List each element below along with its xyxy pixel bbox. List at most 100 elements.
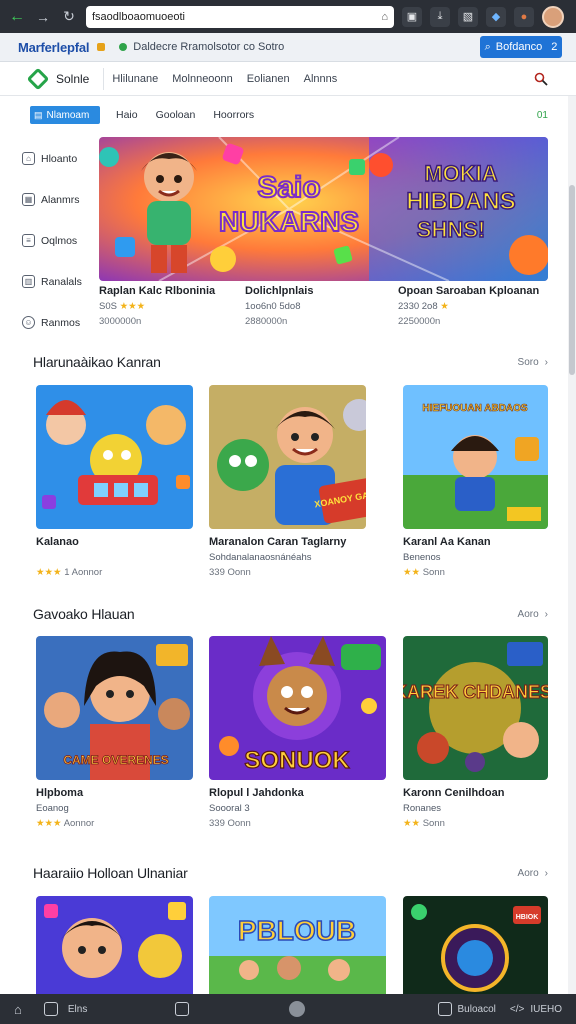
url-text[interactable]: fsaodlboaomuoeoti — [92, 11, 375, 23]
profile-avatar[interactable] — [542, 5, 564, 28]
extension-icon[interactable]: ▣ — [402, 6, 422, 27]
filter-tab-3[interactable]: Hoorrors — [213, 109, 254, 121]
game-thumbnail: KAREK CHDANES — [403, 636, 548, 780]
window-icon[interactable] — [43, 1002, 58, 1016]
hero-caption-1[interactable]: Raplan Kalc Rlboninia S0S ★★★ 3000000n — [99, 285, 249, 327]
thumbnail-art-text: SONUOK — [244, 747, 350, 774]
hero-captions: Raplan Kalc Rlboninia S0S ★★★ 3000000n D… — [99, 285, 548, 335]
game-thumbnail: SONUOK — [209, 636, 386, 780]
game-meta: ★★★ Aonnor — [36, 818, 95, 829]
game-meta: ★★ Sonn — [403, 818, 445, 829]
hero-caption-sub: 3000000n — [99, 316, 142, 327]
address-bar[interactable]: fsaodlboaomuoeoti ⌂ — [86, 5, 394, 28]
nav-link-1[interactable]: Hlilunane — [112, 73, 158, 85]
rating-stars: ★★ — [403, 567, 421, 578]
game-subtitle: Benenos — [403, 552, 441, 563]
game-thumbnail: HIEFUOUAN ABDAOS — [403, 385, 548, 529]
sign-in-button[interactable]: ⌕ Bofdanco 2 — [480, 36, 562, 58]
game-card[interactable]: KAREK CHDANES Karonn Cenilhdoan Ronanes … — [403, 636, 548, 829]
start-button-icon[interactable] — [289, 1001, 306, 1017]
filter-tab-2[interactable]: Gooloan — [156, 109, 196, 121]
hero-caption-2[interactable]: Dolichlpnlais 1oo6n0 5do8 2880000n — [245, 285, 395, 327]
filter-bar: ▤ Nlamoam Haio Gooloan Hoorrors 01 — [0, 96, 576, 134]
download-icon[interactable]: ⤓ — [430, 6, 450, 27]
see-all-link-1[interactable]: Soro › — [518, 357, 548, 368]
home-icon: ⌂ — [22, 152, 35, 165]
game-card[interactable]: CAME OVERENES Hlpboma Eoanog ★★★ Aonnor — [36, 636, 193, 829]
taskbar-label-left[interactable]: Elns — [68, 1004, 87, 1015]
hero-caption-title: Opoan Saroaban Kploanan — [398, 285, 540, 297]
hero-artwork: Saio NUKARNS MOKIA HIBDANS SHNS! — [99, 137, 548, 281]
bookmark-icon[interactable]: ⌂ — [381, 11, 388, 23]
sidebar-item-label: Oqlmos — [41, 234, 78, 247]
filter-tab-1[interactable]: Haio — [116, 109, 138, 121]
hero-banner[interactable]: Saio NUKARNS MOKIA HIBDANS SHNS! — [99, 137, 548, 281]
hero-left-title-1: Saio — [257, 171, 320, 204]
game-subtitle: Soooral 3 — [209, 803, 250, 814]
tagline: Daldecre Rramolsotor co Sotro — [133, 41, 285, 53]
scrollbar-thumb[interactable] — [569, 185, 575, 375]
thumbnail-art-text: CAME OVERENES — [63, 753, 168, 767]
see-all-link-2[interactable]: Aoro › — [518, 609, 548, 620]
back-arrow-icon[interactable]: ← — [8, 8, 26, 26]
sidebar-item-5[interactable]: ☺ Ranmos — [22, 302, 96, 343]
section-title-3: Haaraiio Holloan Ulnaniar — [33, 865, 188, 881]
magnifier-icon — [534, 72, 548, 86]
game-title: Rlopul l Jahdonka — [209, 787, 304, 799]
hero-caption-3[interactable]: Opoan Saroaban Kploanan 2330 2o8 ★ 22500… — [398, 285, 548, 327]
search-button[interactable] — [524, 67, 558, 91]
hero-caption-sub: 2880000n — [245, 316, 288, 327]
sidebar-item-1[interactable]: ⌂ Hloanto — [22, 138, 96, 179]
taskbar: ⌂ Elns Buloacol </> IUEHO — [0, 994, 576, 1024]
list-icon: ≡ — [22, 234, 35, 247]
game-title: Karanl Aa Kanan — [403, 536, 491, 548]
reload-icon[interactable]: ↻ — [60, 8, 78, 26]
logo-icon[interactable] — [26, 67, 50, 90]
star-icon: ★★★ — [119, 301, 146, 312]
taskbar-label-right-2[interactable]: IUEHO — [530, 1004, 562, 1015]
see-all-label: Aoro — [517, 868, 539, 879]
hero-caption-sub: 2250000n — [398, 316, 441, 327]
sidebar-item-3[interactable]: ≡ Oqlmos — [22, 220, 96, 261]
game-card[interactable]: PBLOUB — [209, 896, 386, 994]
hero-right-title-3: SHNS! — [417, 217, 485, 242]
nav-home[interactable]: Solnle — [56, 72, 89, 86]
hero-caption-title: Dolichlpnlais — [245, 285, 314, 297]
home-icon[interactable]: ⌂ — [14, 1002, 22, 1017]
game-card[interactable]: HBIOK — [403, 896, 548, 994]
star-icon: ★ — [440, 301, 449, 312]
hero-caption-title: Raplan Kalc Rlboninia — [99, 285, 216, 297]
sidebar-item-2[interactable]: ▦ Alanmrs — [22, 179, 96, 220]
game-card[interactable]: SONUOK Rlopul l Jahdonka Soooral 3 339 O… — [209, 636, 386, 829]
code-icon[interactable]: </> — [510, 1004, 524, 1015]
game-card[interactable] — [36, 896, 193, 994]
puzzle-icon[interactable]: ▧ — [458, 6, 478, 27]
game-thumbnail — [36, 385, 193, 529]
sync-icon[interactable]: ◆ — [486, 6, 506, 27]
game-title: Karonn Cenilhdoan — [403, 787, 505, 799]
tray-icon[interactable] — [437, 1002, 452, 1016]
brand-name[interactable]: Marferlepfal — [18, 40, 89, 55]
main-nav: Solnle Hlilunane Molnneoonn Eolianen Aln… — [0, 62, 576, 96]
game-card[interactable]: Kalanao ★★★ 1 Aonnor — [36, 385, 193, 578]
chevron-right-icon: › — [544, 868, 548, 879]
game-card[interactable]: HIEFUOUAN ABDAOS Karanl Aa Kanan Benenos… — [403, 385, 548, 578]
hero-left-title-2: NUKARNS — [219, 206, 359, 237]
sign-in-badge: 2 — [551, 41, 558, 53]
app-icon[interactable] — [175, 1002, 190, 1016]
game-subtitle — [36, 552, 193, 563]
count-value: 01 — [536, 109, 548, 121]
nav-link-3[interactable]: Eolianen — [247, 73, 290, 85]
sidebar-item-4[interactable]: ▥ Ranalals — [22, 261, 96, 302]
taskbar-label-right[interactable]: Buloacol — [458, 1004, 496, 1015]
nav-link-4[interactable]: Alnnns — [304, 73, 338, 85]
user-icon: ☺ — [22, 316, 35, 329]
section-title-2: Gavoako Hlauan — [33, 606, 135, 622]
forward-arrow-icon[interactable]: → — [34, 8, 52, 26]
cookie-icon[interactable]: ● — [514, 6, 534, 27]
see-all-link-3[interactable]: Aoro › — [518, 868, 548, 879]
filter-tab-active[interactable]: ▤ Nlamoam — [30, 106, 100, 124]
game-card[interactable]: XOANOY GAGAO Maranalon Caran Taglarny So… — [209, 385, 366, 578]
nav-link-2[interactable]: Molnneoonn — [172, 73, 233, 85]
see-all-label: Soro — [517, 357, 539, 368]
